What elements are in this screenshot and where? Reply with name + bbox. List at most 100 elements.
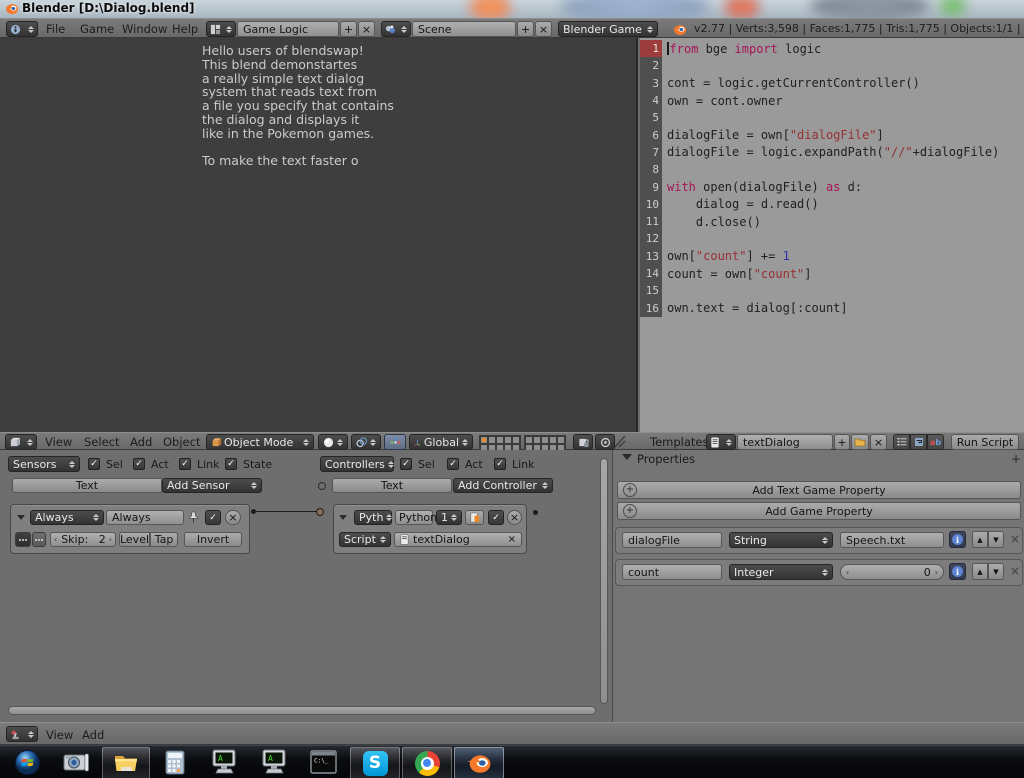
- controller-mode-select[interactable]: Script: [339, 532, 391, 547]
- add-text-game-property-button[interactable]: + Add Text Game Property: [617, 481, 1021, 499]
- property-info-toggle[interactable]: i: [949, 563, 966, 580]
- property-delete-icon[interactable]: ×: [1010, 532, 1020, 546]
- syntax-highlight-toggle[interactable]: ab: [927, 434, 944, 450]
- controller-brick-python[interactable]: Pyth Python 1 ✓ × Script textDialog ×: [333, 504, 527, 554]
- sensor-type-select[interactable]: Always: [30, 510, 104, 525]
- menu-file[interactable]: File: [46, 20, 65, 38]
- text-open-button[interactable]: [851, 434, 869, 450]
- computer-app-button-2[interactable]: A: [252, 747, 298, 777]
- sensor-brick-always[interactable]: Always Always ✓ × ‹ Skip: 2 › Level Tap …: [10, 504, 250, 554]
- manipulator-toggle[interactable]: [384, 434, 406, 450]
- run-script-button[interactable]: Run Script: [951, 434, 1019, 450]
- sensors-act-checkbox[interactable]: ✓: [133, 458, 145, 470]
- start-button[interactable]: [8, 747, 46, 777]
- controllers-link-checkbox[interactable]: ✓: [494, 458, 506, 470]
- controllers-act-checkbox[interactable]: ✓: [447, 458, 459, 470]
- sensor-delete-button[interactable]: ×: [225, 510, 241, 525]
- pulse-true-toggle[interactable]: [15, 532, 31, 547]
- sensors-link-checkbox[interactable]: ✓: [179, 458, 191, 470]
- sensor-name-field[interactable]: Always: [106, 510, 184, 525]
- sensors-state-checkbox[interactable]: ✓: [225, 458, 237, 470]
- pin-icon[interactable]: [188, 511, 199, 523]
- text-datablock-browse-button[interactable]: [706, 434, 736, 450]
- skype-button[interactable]: S: [350, 747, 400, 778]
- view3d-menu-view[interactable]: View: [45, 433, 72, 451]
- pivot-select[interactable]: [351, 434, 381, 450]
- text-new-button[interactable]: +: [834, 434, 850, 450]
- sensors-filter-select[interactable]: Sensors: [8, 456, 80, 472]
- terminal-button[interactable]: C:\_: [302, 747, 344, 777]
- invert-button[interactable]: Invert: [184, 532, 242, 547]
- file-explorer-button[interactable]: [102, 747, 150, 778]
- property-value-field[interactable]: Speech.txt: [840, 532, 944, 548]
- text-editor[interactable]: 1from bge import logic23cont = logic.get…: [640, 38, 1024, 432]
- text-name-field[interactable]: textDialog: [737, 434, 833, 450]
- word-wrap-toggle[interactable]: [910, 434, 927, 450]
- sensor-collapse-toggle[interactable]: [17, 515, 25, 520]
- property-info-toggle[interactable]: i: [949, 531, 966, 548]
- scene-add-button[interactable]: +: [517, 21, 534, 37]
- add-sensor-button[interactable]: Add Sensor: [162, 478, 262, 493]
- controller-state-stepper[interactable]: 1: [436, 510, 462, 525]
- property-move-down-button[interactable]: ▼: [988, 531, 1004, 548]
- controller-active-toggle[interactable]: ✓: [488, 510, 504, 525]
- viewport-3d[interactable]: Hello users of blendswap!This blend demo…: [0, 38, 638, 432]
- controllers-column-socket[interactable]: [318, 482, 326, 490]
- snap-button[interactable]: [595, 434, 615, 450]
- pulse-false-toggle[interactable]: [32, 532, 46, 547]
- view3d-menu-select[interactable]: Select: [84, 433, 119, 451]
- properties-plus-icon[interactable]: +: [1011, 452, 1021, 466]
- controller-output-socket[interactable]: [533, 510, 538, 515]
- property-move-down-button[interactable]: ▼: [988, 563, 1004, 580]
- skip-stepper[interactable]: ‹ Skip: 2 ›: [50, 532, 116, 547]
- shading-select[interactable]: [318, 434, 348, 450]
- script-clear-icon[interactable]: ×: [508, 534, 516, 545]
- scene-name-field[interactable]: Scene: [412, 21, 516, 37]
- camera-app-button[interactable]: [56, 747, 96, 777]
- logic-menu-add[interactable]: Add: [82, 726, 104, 744]
- view3d-menu-object[interactable]: Object: [163, 433, 200, 451]
- title-bar[interactable]: Blender [D:\Dialog.blend]: [0, 0, 1024, 18]
- controllers-object-bar[interactable]: Text: [332, 478, 452, 493]
- controllers-filter-select[interactable]: Controllers: [320, 456, 394, 472]
- computer-app-button-1[interactable]: A: [202, 747, 248, 777]
- logic-menu-view[interactable]: View: [46, 726, 73, 744]
- line-numbers-toggle[interactable]: [893, 434, 910, 450]
- region-corner-handle[interactable]: [614, 435, 626, 448]
- properties-panel[interactable]: Properties + + Add Text Game Property + …: [612, 450, 1024, 722]
- add-game-property-button[interactable]: + Add Game Property: [617, 502, 1021, 520]
- view3d-editor-type-button[interactable]: [5, 434, 37, 450]
- sensors-sel-checkbox[interactable]: ✓: [88, 458, 100, 470]
- controller-collapse-toggle[interactable]: [339, 515, 347, 520]
- logic-horizontal-scrollbar[interactable]: [8, 706, 596, 715]
- scene-browse-button[interactable]: [381, 21, 411, 37]
- properties-collapse-arrow[interactable]: [622, 454, 632, 460]
- menu-game[interactable]: Game: [80, 20, 114, 38]
- text-menu-templates[interactable]: Templates: [650, 433, 708, 451]
- mode-select[interactable]: Object Mode: [206, 434, 314, 450]
- calculator-button[interactable]: [154, 747, 196, 777]
- property-value-slider[interactable]: ‹ 0 ›: [840, 564, 944, 580]
- controller-name-field[interactable]: Python: [395, 510, 433, 525]
- sensor-active-toggle[interactable]: ✓: [205, 510, 221, 525]
- sensors-object-bar[interactable]: Text: [12, 478, 162, 493]
- property-type-select[interactable]: String: [729, 532, 833, 548]
- blender-taskbar-button[interactable]: [454, 747, 504, 778]
- screen-layout-delete-button[interactable]: ×: [358, 21, 375, 37]
- slider-right-arrow[interactable]: ›: [935, 568, 938, 577]
- level-button[interactable]: Level: [119, 532, 150, 547]
- orientation-select[interactable]: Global: [409, 434, 473, 450]
- controllers-sel-checkbox[interactable]: ✓: [400, 458, 412, 470]
- property-move-up-button[interactable]: ▲: [972, 531, 988, 548]
- screen-layout-name-field[interactable]: Game Logic: [237, 21, 339, 37]
- logic-editor[interactable]: Sensors ✓ Sel ✓ Act ✓ Link ✓ State Text …: [0, 450, 612, 722]
- property-name-field[interactable]: count: [622, 564, 722, 580]
- property-type-select[interactable]: Integer: [729, 564, 833, 580]
- property-name-field[interactable]: dialogFile: [622, 532, 722, 548]
- editor-type-button[interactable]: [6, 21, 38, 37]
- logic-editor-type-button[interactable]: [6, 726, 38, 742]
- menu-window[interactable]: Window: [122, 20, 167, 38]
- slider-left-arrow[interactable]: ‹: [846, 568, 849, 577]
- logic-vertical-scrollbar[interactable]: [600, 458, 608, 704]
- scene-delete-button[interactable]: ×: [535, 21, 552, 37]
